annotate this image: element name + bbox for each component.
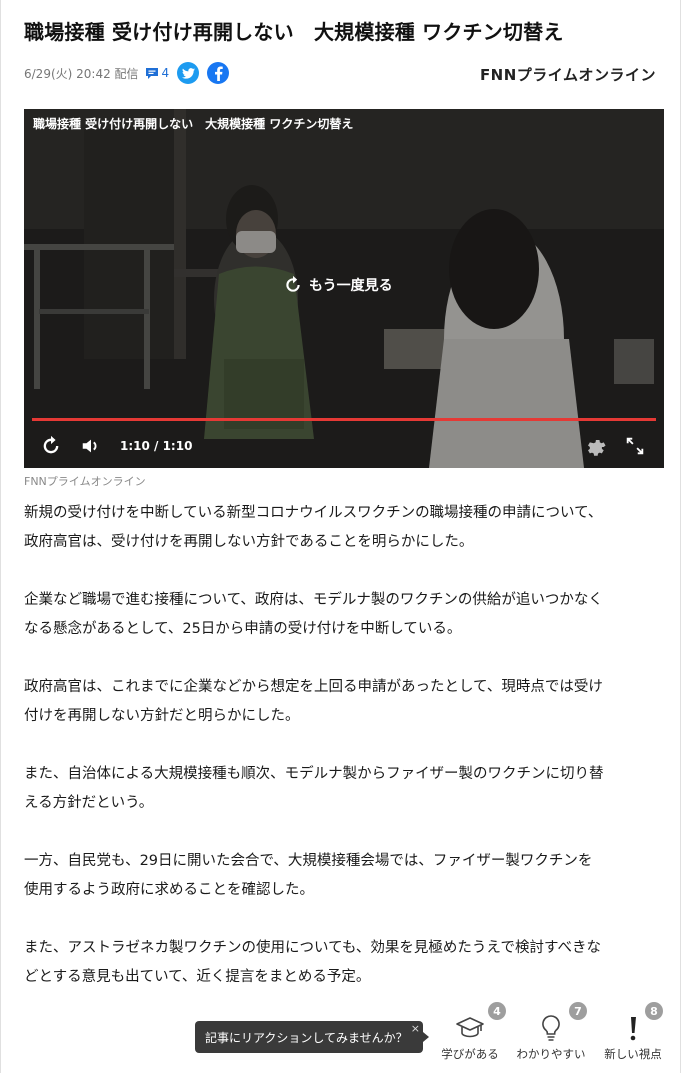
reaction-prompt-text: 記事にリアクションしてみませんか？ bbox=[205, 1030, 408, 1045]
replay-button[interactable]: もう一度見る bbox=[283, 275, 393, 295]
video-progress-bar[interactable] bbox=[32, 418, 656, 421]
publish-date: 6/29(火) 20:42 配信 bbox=[24, 66, 139, 81]
close-icon[interactable]: × bbox=[411, 1022, 420, 1035]
reaction-count-badge: 4 bbox=[488, 1002, 506, 1020]
comment-icon bbox=[145, 67, 158, 79]
replay-icon bbox=[286, 275, 300, 292]
twitter-share-button[interactable] bbox=[177, 62, 200, 84]
article-paragraph: 一方、自民党も、29日に開いた会合で、大規模接種会場では、ファイザー製ワクチンを… bbox=[24, 853, 593, 898]
comment-count: 4 bbox=[161, 66, 170, 80]
fullscreen-icon bbox=[626, 437, 644, 455]
video-player[interactable]: 職場接種 受け付け再開しない 大規模接種 ワクチン切替え もう一度見る 1:10… bbox=[24, 109, 664, 468]
article-meta: 6/29(火) 20:42 配信 4 bbox=[24, 62, 237, 84]
video-controls: 1:10 / 1:10 bbox=[24, 429, 664, 465]
facebook-share-button[interactable] bbox=[207, 62, 230, 84]
lightbulb-icon bbox=[542, 1015, 560, 1041]
replay-icon bbox=[43, 435, 59, 454]
article-paragraph: 政府高官は、これまでに企業などから想定を上回る申請があったとして、現時点では受け… bbox=[24, 679, 603, 724]
fullscreen-button[interactable] bbox=[624, 435, 646, 461]
reaction-clear-button[interactable]: 7 わかりやすい bbox=[511, 1002, 591, 1064]
reaction-count-badge: 7 bbox=[569, 1002, 587, 1020]
video-caption: FNNプライムオンライン bbox=[24, 475, 146, 488]
publisher-logo: FNNプライムオンライン bbox=[479, 66, 656, 84]
video-title: 職場接種 受け付け再開しない 大規模接種 ワクチン切替え bbox=[33, 117, 354, 131]
comment-link[interactable]: 4 bbox=[145, 66, 170, 80]
tooltip-arrow bbox=[423, 1032, 429, 1042]
graduation-cap-icon bbox=[456, 1017, 484, 1038]
article-body: 新規の受け付けを中断している新型コロナウイルスワクチンの職場接種の申請について、… bbox=[24, 499, 664, 1021]
facebook-icon bbox=[214, 65, 223, 81]
article-paragraph: また、アストラゼネカ製ワクチンの使用についても、効果を見極めたうえで検討すべきな… bbox=[24, 940, 601, 985]
article-page: 職場接種 受け付け再開しない 大規模接種 ワクチン切替え 6/29(火) 20:… bbox=[0, 0, 681, 1073]
article-paragraph: 新規の受け付けを中断している新型コロナウイルスワクチンの職場接種の申請について、… bbox=[24, 505, 603, 550]
volume-icon bbox=[82, 439, 97, 453]
reaction-label: わかりやすい bbox=[516, 1047, 586, 1061]
volume-button[interactable] bbox=[80, 435, 102, 461]
settings-button[interactable] bbox=[585, 435, 607, 461]
reaction-prompt-tooltip: 記事にリアクションしてみませんか？ × bbox=[195, 1021, 429, 1053]
article-paragraph: 企業など職場で進む接種について、政府は、モデルナ製のワクチンの供給が追いつかなく… bbox=[24, 592, 603, 637]
reaction-label: 学びがある bbox=[441, 1047, 499, 1061]
replay-label: もう一度見る bbox=[309, 278, 393, 294]
exclamation-icon bbox=[630, 1017, 636, 1041]
reaction-new-perspective-button[interactable]: 8 新しい視点 bbox=[593, 1002, 673, 1064]
twitter-icon bbox=[181, 67, 195, 79]
replay-control-button[interactable] bbox=[40, 435, 62, 461]
reaction-learn-button[interactable]: 4 学びがある bbox=[430, 1002, 510, 1064]
reaction-label: 新しい視点 bbox=[604, 1047, 662, 1061]
gear-icon bbox=[588, 440, 606, 456]
article-paragraph: また、自治体による大規模接種も順次、モデルナ製からファイザー製のワクチンに切り替… bbox=[24, 766, 604, 811]
reaction-count-badge: 8 bbox=[645, 1002, 663, 1020]
article-title: 職場接種 受け付け再開しない 大規模接種 ワクチン切替え bbox=[24, 20, 564, 44]
video-time: 1:10 / 1:10 bbox=[120, 439, 193, 453]
